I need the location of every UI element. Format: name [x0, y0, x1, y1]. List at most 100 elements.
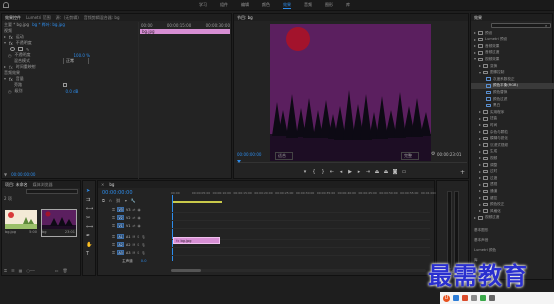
- add-marker-icon[interactable]: ▾: [125, 198, 127, 203]
- go-to-out-icon[interactable]: ⇥: [365, 169, 371, 175]
- program-scrubber[interactable]: [237, 160, 467, 163]
- track-sync-icon[interactable]: ⇄: [133, 208, 136, 212]
- effects-search-input[interactable]: [491, 23, 551, 28]
- track-target-button[interactable]: A2: [117, 242, 125, 247]
- track-target-button[interactable]: V3: [117, 207, 125, 212]
- track-target-button[interactable]: A3: [117, 250, 125, 255]
- track-mute-button[interactable]: M: [133, 235, 136, 239]
- tray-icon[interactable]: [480, 295, 486, 301]
- program-current-time[interactable]: 00:00:00:00: [237, 152, 261, 157]
- close-icon[interactable]: ✕: [101, 182, 104, 187]
- effects-tree-item[interactable]: 预设: [471, 30, 554, 36]
- type-tool-icon[interactable]: T: [86, 251, 93, 257]
- expand-icon[interactable]: [474, 32, 476, 34]
- expand-icon[interactable]: [479, 164, 481, 166]
- track-mute-button[interactable]: M: [133, 251, 136, 255]
- mark-in-icon[interactable]: {: [311, 169, 317, 175]
- program-monitor-title[interactable]: 节目: bg: [237, 15, 253, 21]
- effects-tree-item[interactable]: 颜色替换: [471, 89, 554, 95]
- mark-out-icon[interactable]: }: [320, 169, 326, 175]
- bypass-checkbox[interactable]: [63, 83, 67, 87]
- tab[interactable]: Lumetri 范围: [26, 15, 51, 21]
- track-lock-icon[interactable]: ⚿: [112, 223, 115, 228]
- side-panel-tab[interactable]: 基本声音: [474, 238, 488, 243]
- menu-item[interactable]: 学习: [199, 2, 207, 9]
- lock-icon[interactable]: ⚿: [4, 268, 7, 273]
- effects-tree-item[interactable]: 视频过渡: [471, 215, 554, 221]
- rect-mask-icon[interactable]: [18, 47, 23, 51]
- menu-item[interactable]: 颜色: [262, 2, 270, 9]
- collapse-icon[interactable]: [4, 78, 6, 80]
- tray-icon[interactable]: [471, 295, 477, 301]
- track-lock-icon[interactable]: ⚿: [112, 215, 115, 220]
- expand-icon[interactable]: [479, 117, 481, 120]
- ellipse-mask-icon[interactable]: [10, 47, 15, 51]
- effects-tree-item[interactable]: 通道: [471, 188, 554, 194]
- filter-icon[interactable]: ▼: [4, 172, 7, 177]
- effects-tree-item[interactable]: 扭曲: [471, 116, 554, 122]
- expand-icon[interactable]: [479, 144, 481, 147]
- tab[interactable]: 媒体浏览器: [33, 182, 53, 188]
- expand-icon[interactable]: [479, 137, 481, 140]
- effects-tree-item[interactable]: 实用程序: [471, 109, 554, 115]
- pen-tool-icon[interactable]: ✒: [86, 233, 93, 239]
- effects-tree-item[interactable]: 灰度系数校正: [471, 76, 554, 82]
- effects-tree-item[interactable]: 过渡: [471, 175, 554, 181]
- menu-item[interactable]: 编辑: [241, 2, 249, 9]
- export-frame-icon[interactable]: ◙: [392, 169, 398, 175]
- expand-icon[interactable]: [479, 190, 481, 193]
- effects-tree-item[interactable]: 视频: [471, 155, 554, 161]
- snap-icon[interactable]: ∩: [109, 198, 112, 203]
- expand-icon[interactable]: [479, 124, 481, 127]
- ime-badge-icon[interactable]: U: [443, 294, 450, 302]
- opacity-value[interactable]: 100.0 %: [74, 53, 91, 58]
- playhead-marker[interactable]: [237, 160, 241, 163]
- tray-icon[interactable]: [462, 295, 468, 301]
- add-button-icon[interactable]: +: [460, 169, 465, 176]
- expand-icon[interactable]: [479, 177, 481, 180]
- expand-icon[interactable]: [479, 111, 481, 114]
- timeline-zoom-scroll[interactable]: [171, 269, 426, 272]
- side-panel-tab[interactable]: Lumetri 颜色: [474, 248, 496, 253]
- effects-tree-item[interactable]: 颜色过滤: [471, 96, 554, 102]
- track-eye-icon[interactable]: ◉: [138, 216, 141, 220]
- collapse-icon[interactable]: [479, 71, 481, 74]
- home-icon[interactable]: [3, 2, 9, 8]
- play-icon[interactable]: ▶: [347, 169, 353, 175]
- effects-tree-item[interactable]: 透视: [471, 182, 554, 188]
- timeline-clip-bgjpg[interactable]: fx bg.jpg: [173, 237, 220, 244]
- timeline-settings-icon[interactable]: 🔧: [131, 198, 136, 203]
- effects-tree-item[interactable]: 键控: [471, 195, 554, 201]
- expand-icon[interactable]: [479, 65, 481, 67]
- timeline-timecode[interactable]: 00:00:00:00: [102, 190, 133, 196]
- effects-tree-item[interactable]: 沉浸式视频: [471, 142, 554, 148]
- master-value[interactable]: 0.0: [141, 259, 147, 264]
- pen-mask-icon[interactable]: ✎: [26, 47, 29, 52]
- effects-tree-item[interactable]: 生成: [471, 149, 554, 155]
- effects-tree-item[interactable]: 音频过渡: [471, 50, 554, 56]
- expand-icon[interactable]: [479, 210, 481, 213]
- effects-tree-item[interactable]: 过时: [471, 169, 554, 175]
- fit-select[interactable]: 适合: [275, 152, 293, 160]
- list-view-icon[interactable]: ☰: [11, 268, 15, 273]
- tab[interactable]: 效果控件: [5, 15, 21, 21]
- track-select-tool-icon[interactable]: ⇉: [86, 197, 93, 203]
- track-target-button[interactable]: V2: [117, 215, 125, 220]
- project-search-input[interactable]: [26, 189, 78, 194]
- expand-icon[interactable]: [479, 197, 481, 199]
- effects-tree-item[interactable]: 音频效果: [471, 43, 554, 49]
- expand-icon[interactable]: [479, 203, 481, 206]
- effects-tree-item[interactable]: 颜色平衡(RGB): [471, 82, 554, 89]
- stopwatch-icon[interactable]: ◷: [8, 53, 12, 58]
- track-solo-button[interactable]: S: [137, 235, 139, 239]
- hand-tool-icon[interactable]: ✋: [86, 242, 93, 248]
- effects-panel-title[interactable]: 效果: [474, 15, 482, 21]
- step-back-icon[interactable]: ◂: [338, 169, 344, 175]
- expand-icon[interactable]: [479, 157, 481, 160]
- add-marker-icon[interactable]: ▾: [302, 169, 308, 175]
- expand-icon[interactable]: [479, 183, 481, 186]
- effects-tree-item[interactable]: 颜色校正: [471, 202, 554, 208]
- extract-icon[interactable]: ⏏: [383, 169, 389, 175]
- icon-view-icon[interactable]: ▦: [19, 268, 23, 273]
- menu-item[interactable]: 音频: [304, 2, 312, 9]
